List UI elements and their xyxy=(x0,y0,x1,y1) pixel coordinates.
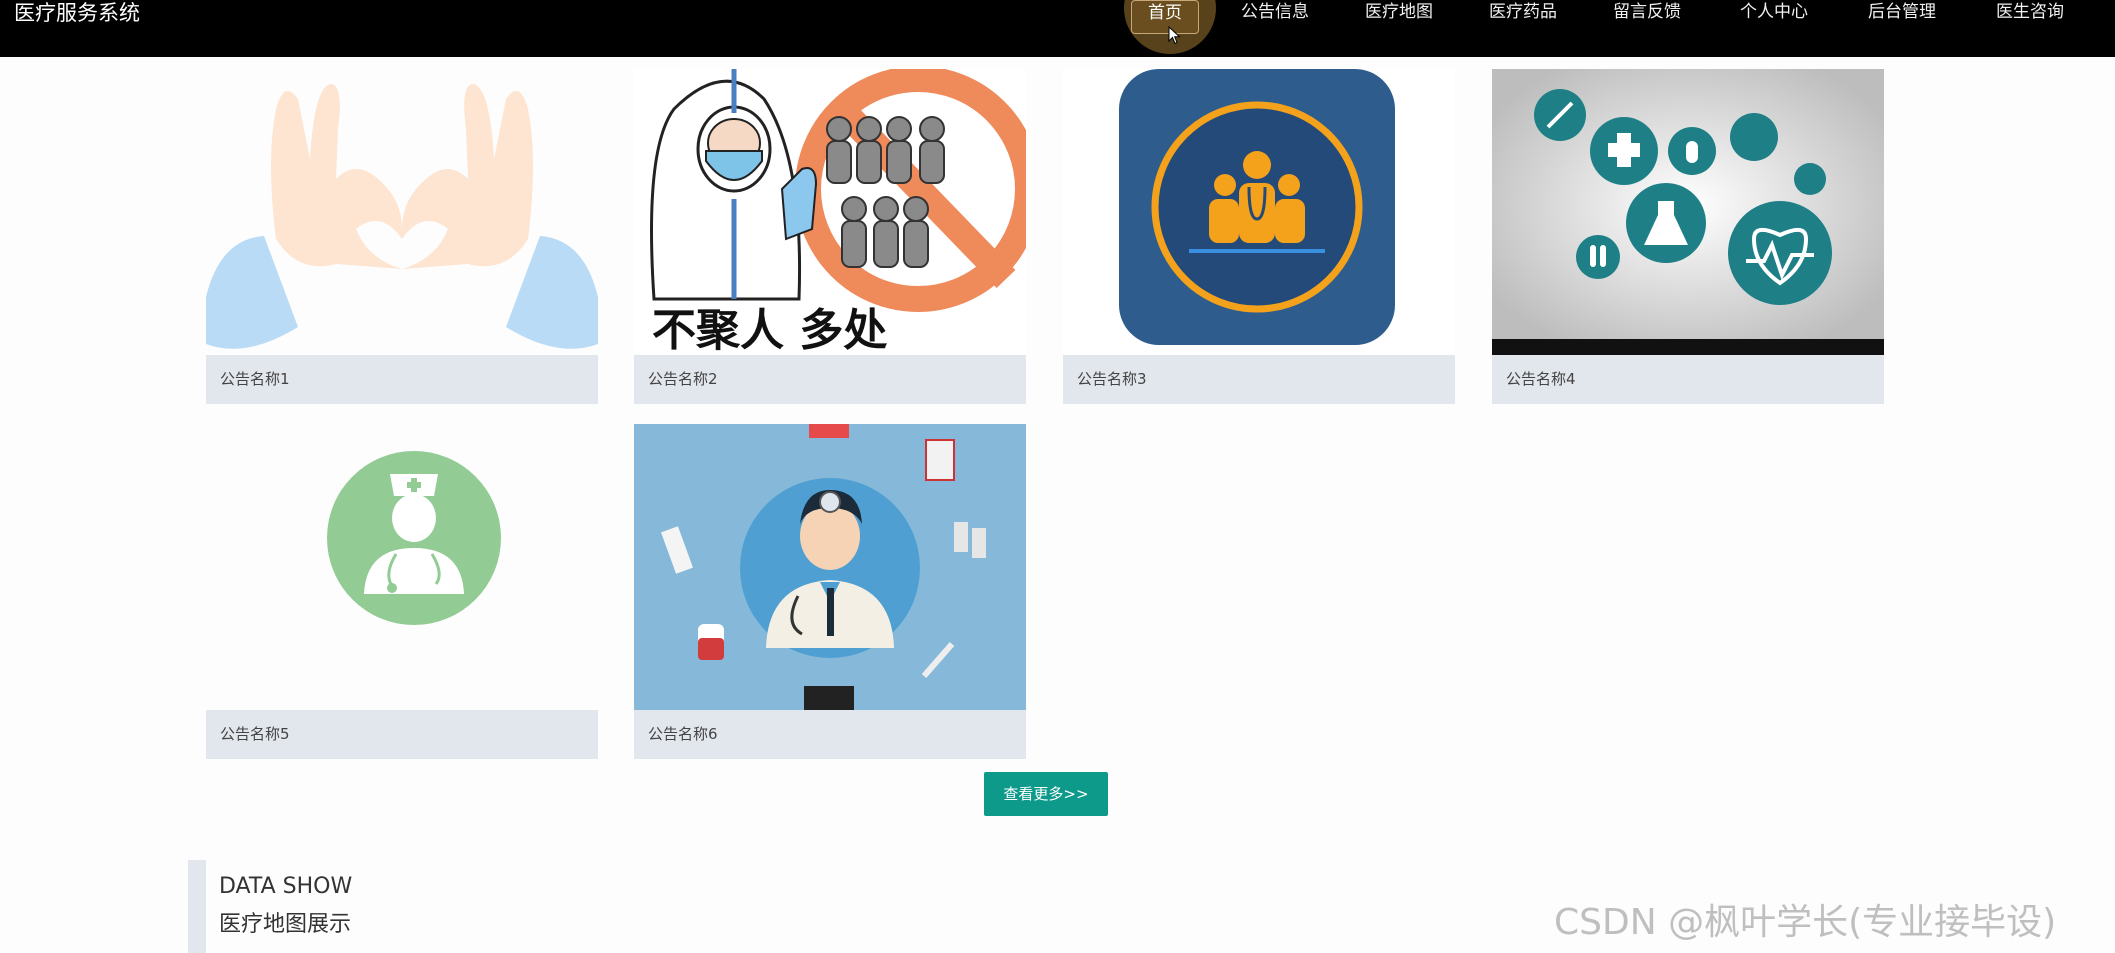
top-navbar: 医疗服务系统 首页 公告信息 医疗地图 医疗药品 留言反馈 个人中心 后台管理 … xyxy=(0,0,2115,57)
nav-doctor-consult[interactable]: 医生咨询 xyxy=(1996,0,2064,30)
card-title: 公告名称2 xyxy=(634,355,1026,404)
card-title: 公告名称6 xyxy=(634,710,1026,759)
mouse-cursor-icon xyxy=(1168,26,1181,45)
nav-admin[interactable]: 后台管理 xyxy=(1868,0,1936,30)
site-title: 医疗服务系统 xyxy=(14,1,140,25)
announcement-card[interactable]: 不聚人 多处 公告名称2 xyxy=(634,69,1026,404)
nav-announcements[interactable]: 公告信息 xyxy=(1241,0,1309,30)
card-title: 公告名称3 xyxy=(1063,355,1455,404)
announcement-card[interactable]: 公告名称1 xyxy=(206,69,598,404)
data-show-section: DATA SHOW 医疗地图展示 xyxy=(188,860,788,953)
heart-hands-image xyxy=(206,69,598,355)
view-more-button[interactable]: 查看更多>> xyxy=(984,772,1108,816)
csdn-watermark: CSDN @枫叶学长(专业接毕设) xyxy=(1554,902,2057,943)
no-gathering-image: 不聚人 多处 xyxy=(634,69,1026,355)
nav-home[interactable]: 首页 xyxy=(1131,0,1199,34)
nav-medical-map[interactable]: 医疗地图 xyxy=(1365,0,1433,30)
section-title-en: DATA SHOW xyxy=(219,874,353,899)
announcement-card[interactable]: 公告名称6 xyxy=(634,424,1026,759)
nurse-avatar-icon xyxy=(206,424,598,710)
medical-team-icon xyxy=(1063,69,1455,355)
announcement-card[interactable]: 公告名称5 xyxy=(206,424,598,759)
section-title-cn: 医疗地图展示 xyxy=(219,912,352,937)
nav-personal-center[interactable]: 个人中心 xyxy=(1740,0,1808,30)
card-title: 公告名称1 xyxy=(206,355,598,404)
section-accent-bar xyxy=(188,860,206,953)
doctor-illustration-image xyxy=(634,424,1026,710)
announcement-card[interactable]: 公告名称3 xyxy=(1063,69,1455,404)
card-title: 公告名称5 xyxy=(206,710,598,759)
announcement-card[interactable]: 公告名称4 xyxy=(1492,69,1884,404)
card-title: 公告名称4 xyxy=(1492,355,1884,404)
nav-feedback[interactable]: 留言反馈 xyxy=(1613,0,1681,30)
medical-icons-image xyxy=(1492,69,1884,355)
svg-text:不聚人 多处: 不聚人 多处 xyxy=(652,305,887,355)
nav-medicines[interactable]: 医疗药品 xyxy=(1489,0,1557,30)
